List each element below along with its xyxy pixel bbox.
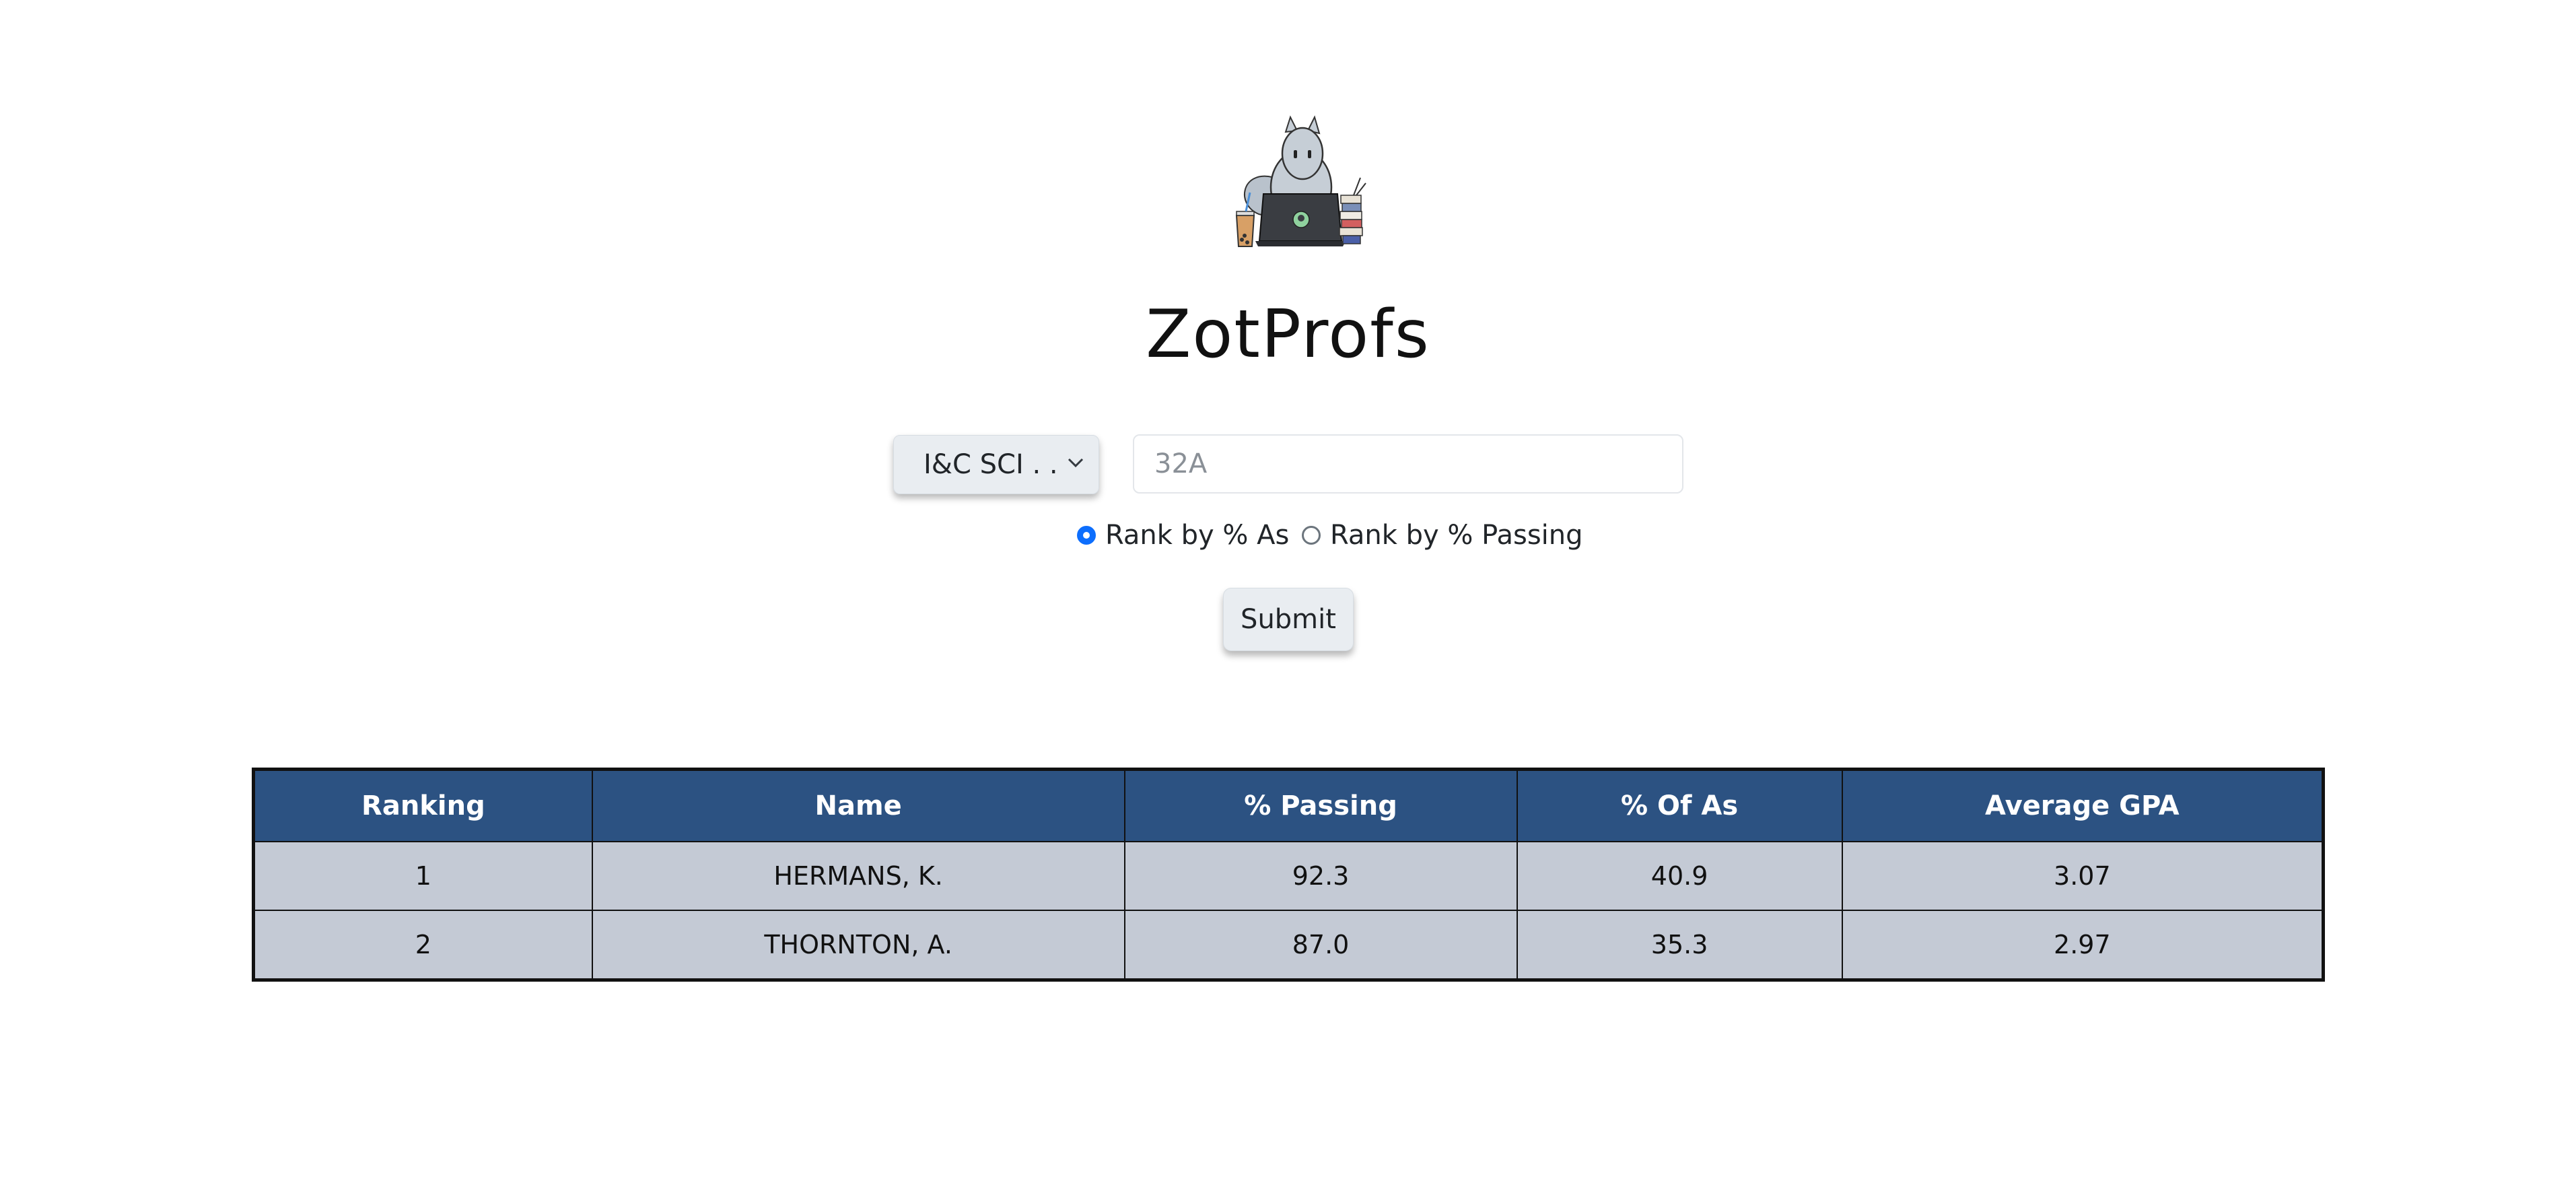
column-header-percent-passing: % Passing — [1123, 768, 1518, 842]
rank-by-passing-radio[interactable] — [1302, 526, 1321, 545]
submit-button[interactable]: Submit — [1223, 588, 1354, 651]
table-row: 1 HERMANS, K. 92.3 40.9 3.07 — [252, 841, 2324, 911]
percent-passing-cell: 87.0 — [1123, 910, 1518, 981]
rank-by-as-option[interactable]: Rank by % As — [1077, 518, 1289, 552]
name-cell: THORNTON, A. — [591, 910, 1125, 981]
department-select-value: I&C SCI . . — [924, 449, 1058, 480]
table-row: 2 THORNTON, A. 87.0 35.3 2.97 — [252, 910, 2324, 981]
course-number-input[interactable] — [1133, 434, 1683, 494]
ranking-cell: 1 — [252, 841, 593, 911]
column-header-average-gpa: Average GPA — [1841, 768, 2324, 842]
average-gpa-cell: 3.07 — [1841, 841, 2324, 911]
name-cell: HERMANS, K. — [591, 841, 1125, 911]
column-header-name: Name — [591, 768, 1125, 842]
percent-as-cell: 35.3 — [1516, 910, 1843, 981]
percent-as-cell: 40.9 — [1516, 841, 1843, 911]
page-title: ZotProfs — [1146, 296, 1430, 373]
rank-by-passing-option[interactable]: Rank by % Passing — [1302, 518, 1583, 552]
column-header-ranking: Ranking — [252, 768, 593, 842]
percent-passing-cell: 92.3 — [1123, 841, 1518, 911]
rank-by-passing-label: Rank by % Passing — [1330, 520, 1583, 551]
page: ZotProfs I&C SCI . . Rank by % As Rank b… — [0, 0, 2576, 1185]
chevron-down-icon — [1068, 458, 1084, 468]
column-header-percent-as: % Of As — [1516, 768, 1843, 842]
ranking-cell: 2 — [252, 910, 593, 981]
results-table: Ranking Name % Passing % Of As Average G… — [252, 768, 2325, 982]
table-header-row: Ranking Name % Passing % Of As Average G… — [252, 768, 2324, 842]
average-gpa-cell: 2.97 — [1841, 910, 2324, 981]
department-select[interactable]: I&C SCI . . — [893, 435, 1099, 494]
rank-by-as-label: Rank by % As — [1105, 520, 1290, 551]
anteater-laptop-logo — [1222, 113, 1367, 248]
rank-by-as-radio[interactable] — [1077, 526, 1096, 545]
